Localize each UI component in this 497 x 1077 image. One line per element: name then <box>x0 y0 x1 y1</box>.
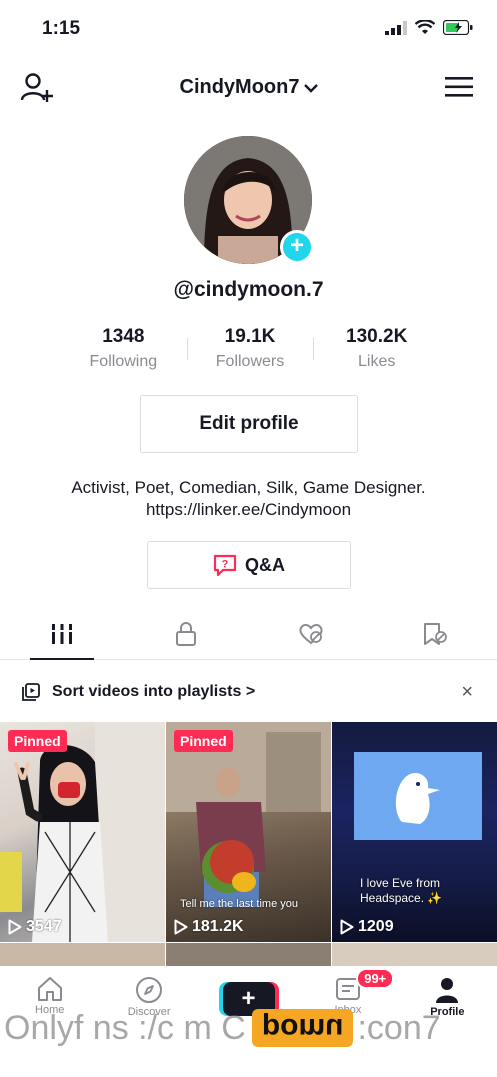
video-grid: Pinned 3547 Pinned Tell me the last time… <box>0 722 497 942</box>
playlist-prompt-text: Sort videos into playlists > <box>52 683 255 701</box>
view-count: 1209 <box>340 918 394 936</box>
watermark: Onlyf ns :/c m C pomu :con7 <box>0 1003 497 1053</box>
edit-profile-button[interactable]: Edit profile <box>140 395 358 453</box>
status-time: 1:15 <box>42 18 81 39</box>
add-avatar-icon[interactable]: + <box>280 230 314 264</box>
stat-value: 1348 <box>102 326 145 347</box>
lock-icon <box>176 621 197 646</box>
notification-badge: 99+ <box>356 968 395 989</box>
stat-label: Likes <box>358 353 396 370</box>
wifi-icon <box>415 20 435 34</box>
qa-icon: ? <box>213 554 237 576</box>
watermark-text: Onlyf ns :/c m C <box>4 1008 246 1047</box>
person-icon <box>436 978 459 1003</box>
thumbnail-image <box>354 752 482 840</box>
stat-likes[interactable]: 130.2K Likes <box>313 326 440 376</box>
view-count-value: 181.2K <box>192 918 244 935</box>
tab-favorites[interactable] <box>373 608 497 659</box>
stat-label: Following <box>89 353 158 370</box>
hidden-heart-icon <box>299 623 323 644</box>
thumbnail-image <box>0 722 165 942</box>
compass-icon <box>136 977 163 1003</box>
account-username: CindyMoon7 <box>179 76 300 98</box>
playlist-prompt[interactable]: Sort videos into playlists > × <box>0 671 497 713</box>
watermark-logo: pomu <box>251 1009 354 1047</box>
menu-icon[interactable] <box>445 76 473 98</box>
hidden-bookmark-icon <box>423 622 447 645</box>
bio-text: Activist, Poet, Comedian, Silk, Game Des… <box>71 478 426 497</box>
profile-stats: 1348 Following 19.1K Followers 130.2K Li… <box>60 326 440 376</box>
play-icon <box>8 919 22 935</box>
stat-value: 130.2K <box>346 326 408 347</box>
qa-button[interactable]: ? Q&A <box>147 541 351 589</box>
video-caption: Tell me the last time you <box>180 898 298 910</box>
svg-text:?: ? <box>222 559 229 571</box>
stat-label: Followers <box>215 353 285 370</box>
stat-value: 19.1K <box>224 326 276 347</box>
pinned-badge: Pinned <box>8 730 67 752</box>
stat-following[interactable]: 1348 Following <box>60 326 187 376</box>
home-icon <box>37 977 62 1001</box>
stat-followers[interactable]: 19.1K Followers <box>186 326 314 376</box>
video-caption: I love Eve from Headspace. ✨ <box>360 876 443 905</box>
profile-avatar[interactable]: + <box>184 136 314 264</box>
video-thumbnail[interactable]: Pinned Tell me the last time you 181.2K <box>166 722 331 942</box>
play-icon <box>174 919 188 935</box>
tab-private[interactable] <box>124 608 248 659</box>
profile-header: CindyMoon7 <box>0 66 497 110</box>
account-switcher[interactable]: CindyMoon7 <box>0 76 497 99</box>
tab-liked[interactable] <box>249 608 373 659</box>
chevron-right-icon: > <box>245 683 256 700</box>
playlist-prompt-label: Sort videos into playlists <box>52 683 242 700</box>
view-count-value: 3547 <box>26 918 62 935</box>
play-icon <box>340 919 354 935</box>
battery-icon <box>443 20 473 35</box>
content-tabs <box>0 608 497 660</box>
profile-handle: @cindymoon.7 <box>173 278 324 301</box>
pinned-badge: Pinned <box>174 730 233 752</box>
view-count-value: 1209 <box>358 918 394 935</box>
profile-bio: Activist, Poet, Comedian, Silk, Game Des… <box>0 477 497 521</box>
status-icons <box>385 20 473 35</box>
qa-label: Q&A <box>245 554 285 575</box>
status-bar: 1:15 <box>0 0 497 60</box>
signal-icon <box>385 20 407 35</box>
grid-icon <box>52 623 73 644</box>
tab-videos[interactable] <box>0 608 124 660</box>
close-icon[interactable]: × <box>461 681 473 704</box>
video-thumbnail[interactable]: I love Eve from Headspace. ✨ 1209 <box>332 722 497 942</box>
playlist-icon <box>22 683 40 701</box>
view-count: 3547 <box>8 918 62 936</box>
watermark-text: :con7 <box>357 1008 441 1047</box>
bio-link[interactable]: https://linker.ee/Cindymoon <box>0 499 497 521</box>
view-count: 181.2K <box>174 918 244 936</box>
chevron-down-icon <box>303 83 318 93</box>
video-thumbnail[interactable]: Pinned 3547 <box>0 722 165 942</box>
